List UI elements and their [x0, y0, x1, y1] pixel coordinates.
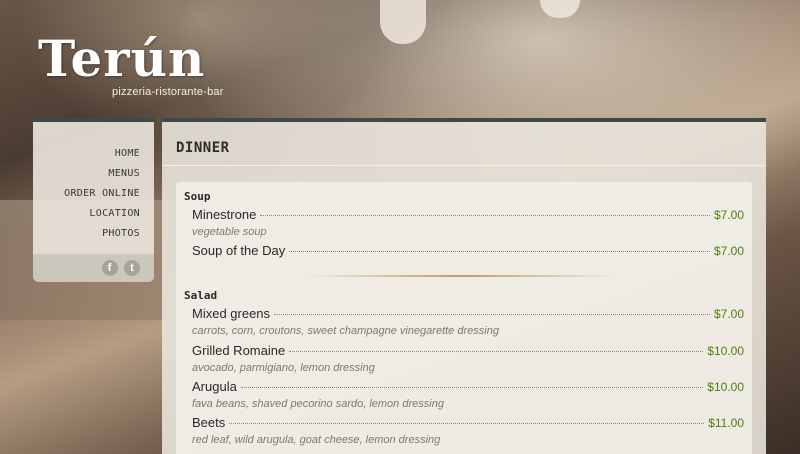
social-links: f t: [33, 254, 154, 282]
nav-item-menus[interactable]: MENUS: [33, 164, 140, 184]
menu-item-name: Minestrone: [192, 207, 257, 222]
page-title: DINNER: [176, 140, 230, 156]
nav-item-home[interactable]: HOME: [33, 144, 140, 164]
sidebar: HOME MENUS ORDER ONLINE LOCATION PHOTOS …: [33, 118, 154, 282]
menu-item-price: $10.00: [707, 380, 744, 394]
menu-item: Minestrone $7.00 vegetable soup: [192, 207, 744, 238]
dotted-leader: [240, 387, 704, 388]
menu-item-name: Arugula: [192, 379, 237, 394]
section-heading-salad: Salad: [184, 289, 218, 302]
menu-item-name: Beets: [192, 415, 226, 430]
section-divider: [306, 275, 616, 277]
logo-title: Terún: [38, 29, 206, 88]
menu-item-name: Mixed greens: [192, 306, 271, 321]
menu-item-price: $11.00: [708, 416, 744, 430]
nav-item-location[interactable]: LOCATION: [33, 204, 140, 224]
site-logo[interactable]: Terún pizzeria-ristorante-bar: [38, 29, 223, 99]
menu-item-description: fava beans, shaved pecorino sardo, lemon…: [192, 398, 444, 410]
menu-item-price: $10.00: [707, 344, 744, 358]
facebook-icon[interactable]: f: [101, 260, 118, 276]
menu-item-description: red leaf, wild arugula, goat cheese, lem…: [192, 434, 441, 446]
main-nav: HOME MENUS ORDER ONLINE LOCATION PHOTOS: [33, 122, 154, 244]
background-photo-dough: [380, 0, 426, 44]
background-photo-dough: [540, 0, 580, 18]
main-content: DINNER Soup Minestrone $7.00 vegetable s…: [162, 118, 766, 454]
menu-item: Beets $11.00 red leaf, wild arugula, goa…: [192, 415, 744, 446]
dotted-leader: [289, 251, 710, 252]
section-heading-soup: Soup: [184, 190, 211, 203]
menu-item: Soup of the Day $7.00: [192, 243, 744, 260]
twitter-icon[interactable]: t: [124, 260, 140, 276]
title-divider: [162, 165, 766, 166]
dotted-leader: [229, 423, 705, 424]
menu-item: Mixed greens $7.00 carrots, corn, crouto…: [192, 306, 744, 337]
menu-item-description: vegetable soup: [192, 226, 267, 238]
menu-item-name: Grilled Romaine: [192, 343, 286, 358]
dotted-leader: [289, 351, 704, 352]
menu-list: Soup Minestrone $7.00 vegetable soup Sou…: [176, 182, 752, 454]
menu-item-price: $7.00: [713, 244, 744, 258]
logo-subtitle: pizzeria-ristorante-bar: [112, 86, 224, 98]
menu-item: Arugula $10.00 fava beans, shaved pecori…: [192, 379, 744, 410]
menu-item-description: avocado, parmigiano, lemon dressing: [192, 362, 375, 374]
menu-item-name: Soup of the Day: [192, 243, 286, 258]
menu-item-price: $7.00: [713, 208, 744, 222]
menu-item-price: $7.00: [713, 307, 744, 321]
dotted-leader: [274, 314, 710, 315]
dotted-leader: [260, 215, 710, 216]
menu-item-description: carrots, corn, croutons, sweet champagne…: [192, 325, 499, 337]
nav-item-order-online[interactable]: ORDER ONLINE: [33, 184, 140, 204]
menu-item: Grilled Romaine $10.00 avocado, parmigia…: [192, 343, 744, 374]
nav-item-photos[interactable]: PHOTOS: [33, 224, 140, 244]
